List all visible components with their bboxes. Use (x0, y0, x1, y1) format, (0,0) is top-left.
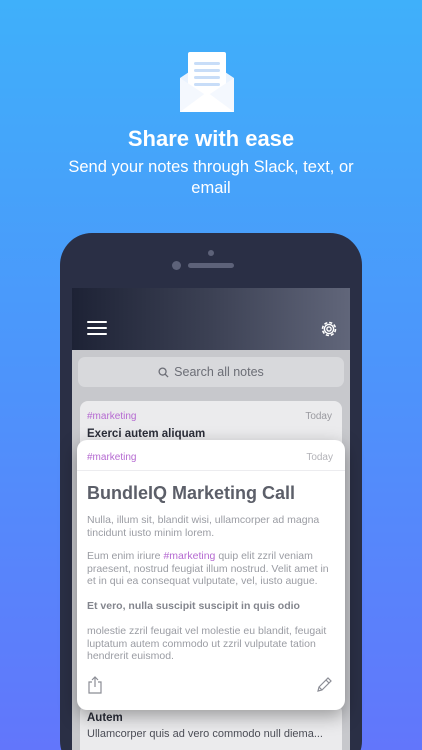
hero-title: Share with ease (127, 126, 295, 151)
gear-icon[interactable] (319, 319, 339, 339)
expanded-note-card[interactable]: #marketing Today BundleIQ Marketing Call… (77, 440, 345, 710)
note-heading: BundleIQ Marketing Call (87, 483, 296, 503)
note-card[interactable]: Autem Ullamcorper quis ad vero commodo n… (80, 704, 342, 750)
note-date: Today (305, 411, 332, 422)
envelope-note-icon (180, 52, 234, 112)
note-title: Autem (87, 712, 123, 724)
note-tag[interactable]: #marketing (87, 411, 136, 422)
search-placeholder: Search all notes (174, 365, 264, 379)
note-subheading: Et vero, nulla suscipit suscipit in quis… (87, 600, 300, 612)
share-icon[interactable] (87, 676, 103, 694)
hero-subtitle: Send your notes through Slack, text, or … (68, 158, 354, 197)
paragraph-text: Eum enim iriure (87, 550, 164, 562)
note-paragraph: Nulla, illum sit, blandit wisi, ullamcor… (87, 514, 320, 539)
search-bar[interactable]: Search all notes (78, 357, 344, 387)
hamburger-menu-icon[interactable] (87, 321, 107, 337)
earpiece-speaker (188, 263, 234, 268)
note-snippet: Ullamcorper quis ad vero commodo null di… (87, 728, 323, 740)
note-date: Today (306, 452, 333, 463)
pencil-icon[interactable] (315, 676, 333, 694)
search-icon (158, 367, 169, 378)
note-paragraph: molestie zzril feugait vel molestie eu b… (87, 625, 327, 662)
hashtag-link[interactable]: #marketing (163, 550, 215, 562)
note-title: Exerci autem aliquam (87, 428, 206, 440)
sensor-dot (208, 250, 214, 256)
note-paragraph: Eum enim iriure #marketing quip elit zzr… (87, 550, 337, 588)
note-tag[interactable]: #marketing (87, 452, 136, 463)
app-header (72, 288, 350, 350)
divider (77, 470, 345, 471)
front-camera (172, 261, 181, 270)
